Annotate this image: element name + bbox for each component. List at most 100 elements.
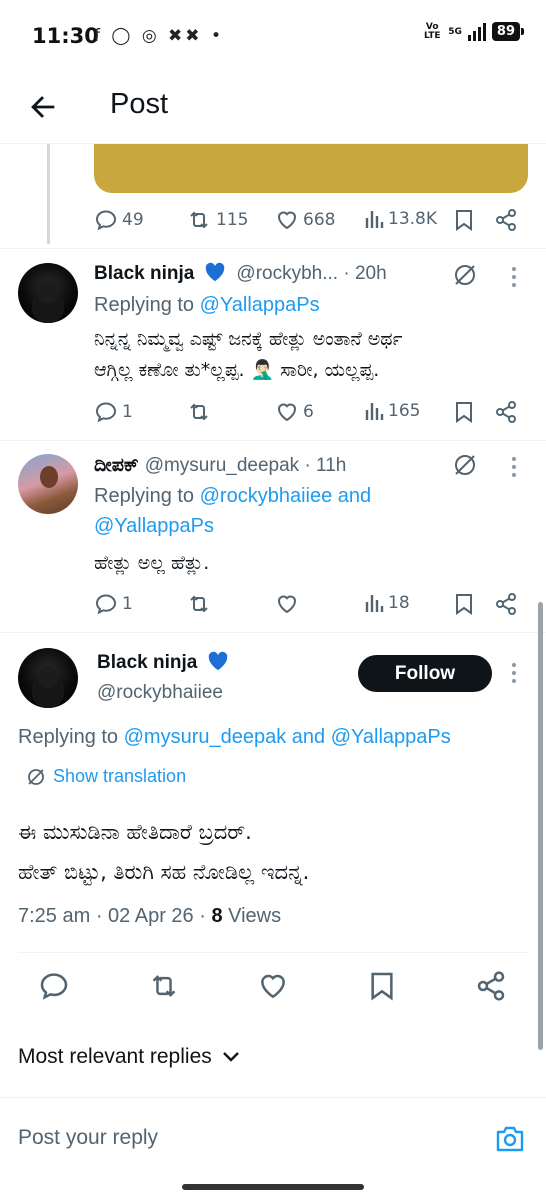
share-icon[interactable] xyxy=(494,208,518,232)
more-options-icon[interactable] xyxy=(511,662,517,684)
repost-button[interactable] xyxy=(186,592,216,616)
home-indicator[interactable] xyxy=(182,1184,364,1190)
reply-icon xyxy=(95,210,117,231)
reply-icon[interactable] xyxy=(38,970,70,1002)
mention-link[interactable]: @rockybhaiiee and xyxy=(200,485,372,507)
repost-button[interactable]: 115 xyxy=(186,208,248,232)
display-name[interactable]: Black ninja xyxy=(97,652,197,673)
reply-icon xyxy=(95,594,117,615)
reply-count: 49 xyxy=(122,210,144,230)
handle-time: @mysuru_deepak · 11h xyxy=(144,455,347,476)
reply-count: 1 xyxy=(122,594,133,614)
mention-link[interactable]: @YallappaPs xyxy=(94,515,214,537)
sort-replies-dropdown[interactable]: Most relevant replies xyxy=(18,1045,240,1069)
reply-post[interactable]: Black ninja @rockybh... · 20h Replying t… xyxy=(0,248,546,440)
heart-icon[interactable] xyxy=(257,970,289,1002)
display-name[interactable]: ದೀಪಕ್ xyxy=(94,455,139,476)
post-header: ದೀಪಕ್ @mysuru_deepak · 11h xyxy=(94,454,346,477)
top-app-bar: Post xyxy=(0,72,546,144)
battery-icon: 89 xyxy=(491,22,525,41)
replying-prefix: Replying to xyxy=(94,485,195,507)
post-header: Black ninja @rockybh... · 20h xyxy=(94,262,387,285)
mention-link[interactable]: @YallappaPs xyxy=(200,294,320,316)
grok-icon[interactable] xyxy=(452,452,478,478)
parent-action-bar: 49 115 668 13.8K xyxy=(0,208,546,236)
reply-button[interactable]: 49 xyxy=(94,208,144,232)
translate-icon xyxy=(28,768,44,785)
signal-icon xyxy=(467,22,486,41)
reply-composer[interactable]: Post your reply xyxy=(0,1097,546,1187)
post-text: ಹೇತ್ಲು ಅಲ್ಲ ಹೆತ್ಲು. xyxy=(94,548,209,579)
bookmark-icon[interactable] xyxy=(367,970,397,1002)
repost-icon xyxy=(190,595,208,613)
share-icon[interactable] xyxy=(494,400,518,424)
post-text: ಈ ಮುಸುಡಿನಾ ಹೇತಿದಾರೆ ಬ್ರದರ್. ಹೇತ್ ಬಿಟ್ಟು,… xyxy=(18,812,309,892)
status-time: 11:30 xyxy=(32,24,99,48)
avatar[interactable] xyxy=(18,454,78,514)
reply-action-bar: 1 6 165 xyxy=(0,400,546,428)
camera-icon[interactable] xyxy=(494,1124,526,1154)
post-text-line: ನಿನ್ನನ್ನ ನಿಮ್ಮವ್ವ ಎಷ್ಟ್ ಜನಕ್ಕೆ ಹೇತ್ಲು ಅಂ… xyxy=(94,328,403,350)
volte-indicator: Vo LTE xyxy=(423,21,441,41)
blue-heart-icon xyxy=(206,262,225,282)
replying-to: Replying to @YallappaPs xyxy=(94,294,320,317)
reply-action-bar: 1 18 xyxy=(0,592,546,620)
views-button[interactable]: 165 xyxy=(364,400,420,422)
post-meta: 7:25 am · 02 Apr 26 · 8 Views xyxy=(18,905,281,928)
handle[interactable]: @rockybhaiiee xyxy=(97,682,223,703)
author-avatar[interactable] xyxy=(18,648,78,708)
grok-icon[interactable] xyxy=(452,262,478,288)
more-options-icon[interactable] xyxy=(511,266,517,288)
repost-count: 115 xyxy=(216,210,249,230)
share-icon[interactable] xyxy=(494,592,518,616)
show-translation-link[interactable]: Show translation xyxy=(26,766,186,787)
bookmark-icon[interactable] xyxy=(453,400,475,424)
views-button[interactable]: 18 xyxy=(364,592,410,614)
heart-icon xyxy=(277,595,297,614)
avatar[interactable] xyxy=(18,263,78,323)
status-bar: 11:30 f ◯ ◎ ✖✖ • Vo LTE 5G 89 xyxy=(0,0,546,72)
blue-heart-icon xyxy=(209,651,228,671)
reply-button[interactable]: 1 xyxy=(94,592,133,616)
page-title: Post xyxy=(110,88,169,120)
reply-input[interactable]: Post your reply xyxy=(18,1126,158,1150)
share-icon[interactable] xyxy=(475,970,507,1002)
repost-icon[interactable] xyxy=(147,970,181,1002)
reply-button[interactable]: 1 xyxy=(94,400,133,424)
scrollbar[interactable] xyxy=(538,602,543,1050)
chevron-down-icon xyxy=(222,1052,239,1062)
bookmark-icon[interactable] xyxy=(453,208,475,232)
views-count: 8 xyxy=(211,905,223,927)
replying-to: Replying to @rockybhaiiee and xyxy=(94,485,371,508)
post-text: ನಿನ್ನನ್ನ ನಿಮ್ಮವ್ವ ಎಷ್ಟ್ ಜನಕ್ಕೆ ಹೇತ್ಲು ಅಂ… xyxy=(94,324,402,386)
author-handle-line: @rockybhaiiee xyxy=(97,681,223,704)
mention-link[interactable]: @mysuru_deepak and @YallappaPs xyxy=(124,726,451,748)
views-count: 13.8K xyxy=(388,209,437,229)
views-count: 165 xyxy=(388,401,421,421)
replying-to: Replying to @mysuru_deepak and @Yallappa… xyxy=(18,726,451,749)
back-arrow-icon[interactable] xyxy=(26,90,60,124)
divider xyxy=(0,632,546,633)
repost-button[interactable] xyxy=(186,400,216,424)
repost-icon xyxy=(190,403,208,421)
display-name[interactable]: Black ninja xyxy=(94,263,194,284)
post-timestamp[interactable]: 7:25 am · 02 Apr 26 · xyxy=(18,905,211,927)
reply-icon xyxy=(95,402,117,423)
follow-button[interactable]: Follow xyxy=(358,655,492,692)
media-card[interactable] xyxy=(94,144,528,193)
reply-count: 1 xyxy=(122,402,133,422)
like-button[interactable]: 6 xyxy=(275,400,314,424)
post-text-line: ಹೇತ್ಲು ಅಲ್ಲ ಹೆತ್ಲು. xyxy=(94,552,210,574)
handle-time: @rockybh... · 20h xyxy=(236,263,387,284)
bookmark-icon[interactable] xyxy=(453,592,475,616)
like-button[interactable]: 668 xyxy=(275,208,335,232)
like-button[interactable] xyxy=(275,592,303,616)
reply-post[interactable]: ದೀಪಕ್ @mysuru_deepak · 11h Replying to @… xyxy=(0,440,546,632)
views-button[interactable]: 13.8K xyxy=(364,208,437,230)
more-options-icon[interactable] xyxy=(511,456,517,478)
replying-prefix: Replying to xyxy=(94,294,195,316)
author-name-line: Black ninja xyxy=(97,651,233,674)
views-icon xyxy=(365,403,384,420)
post-action-bar xyxy=(0,970,546,1006)
repost-icon xyxy=(190,211,208,229)
